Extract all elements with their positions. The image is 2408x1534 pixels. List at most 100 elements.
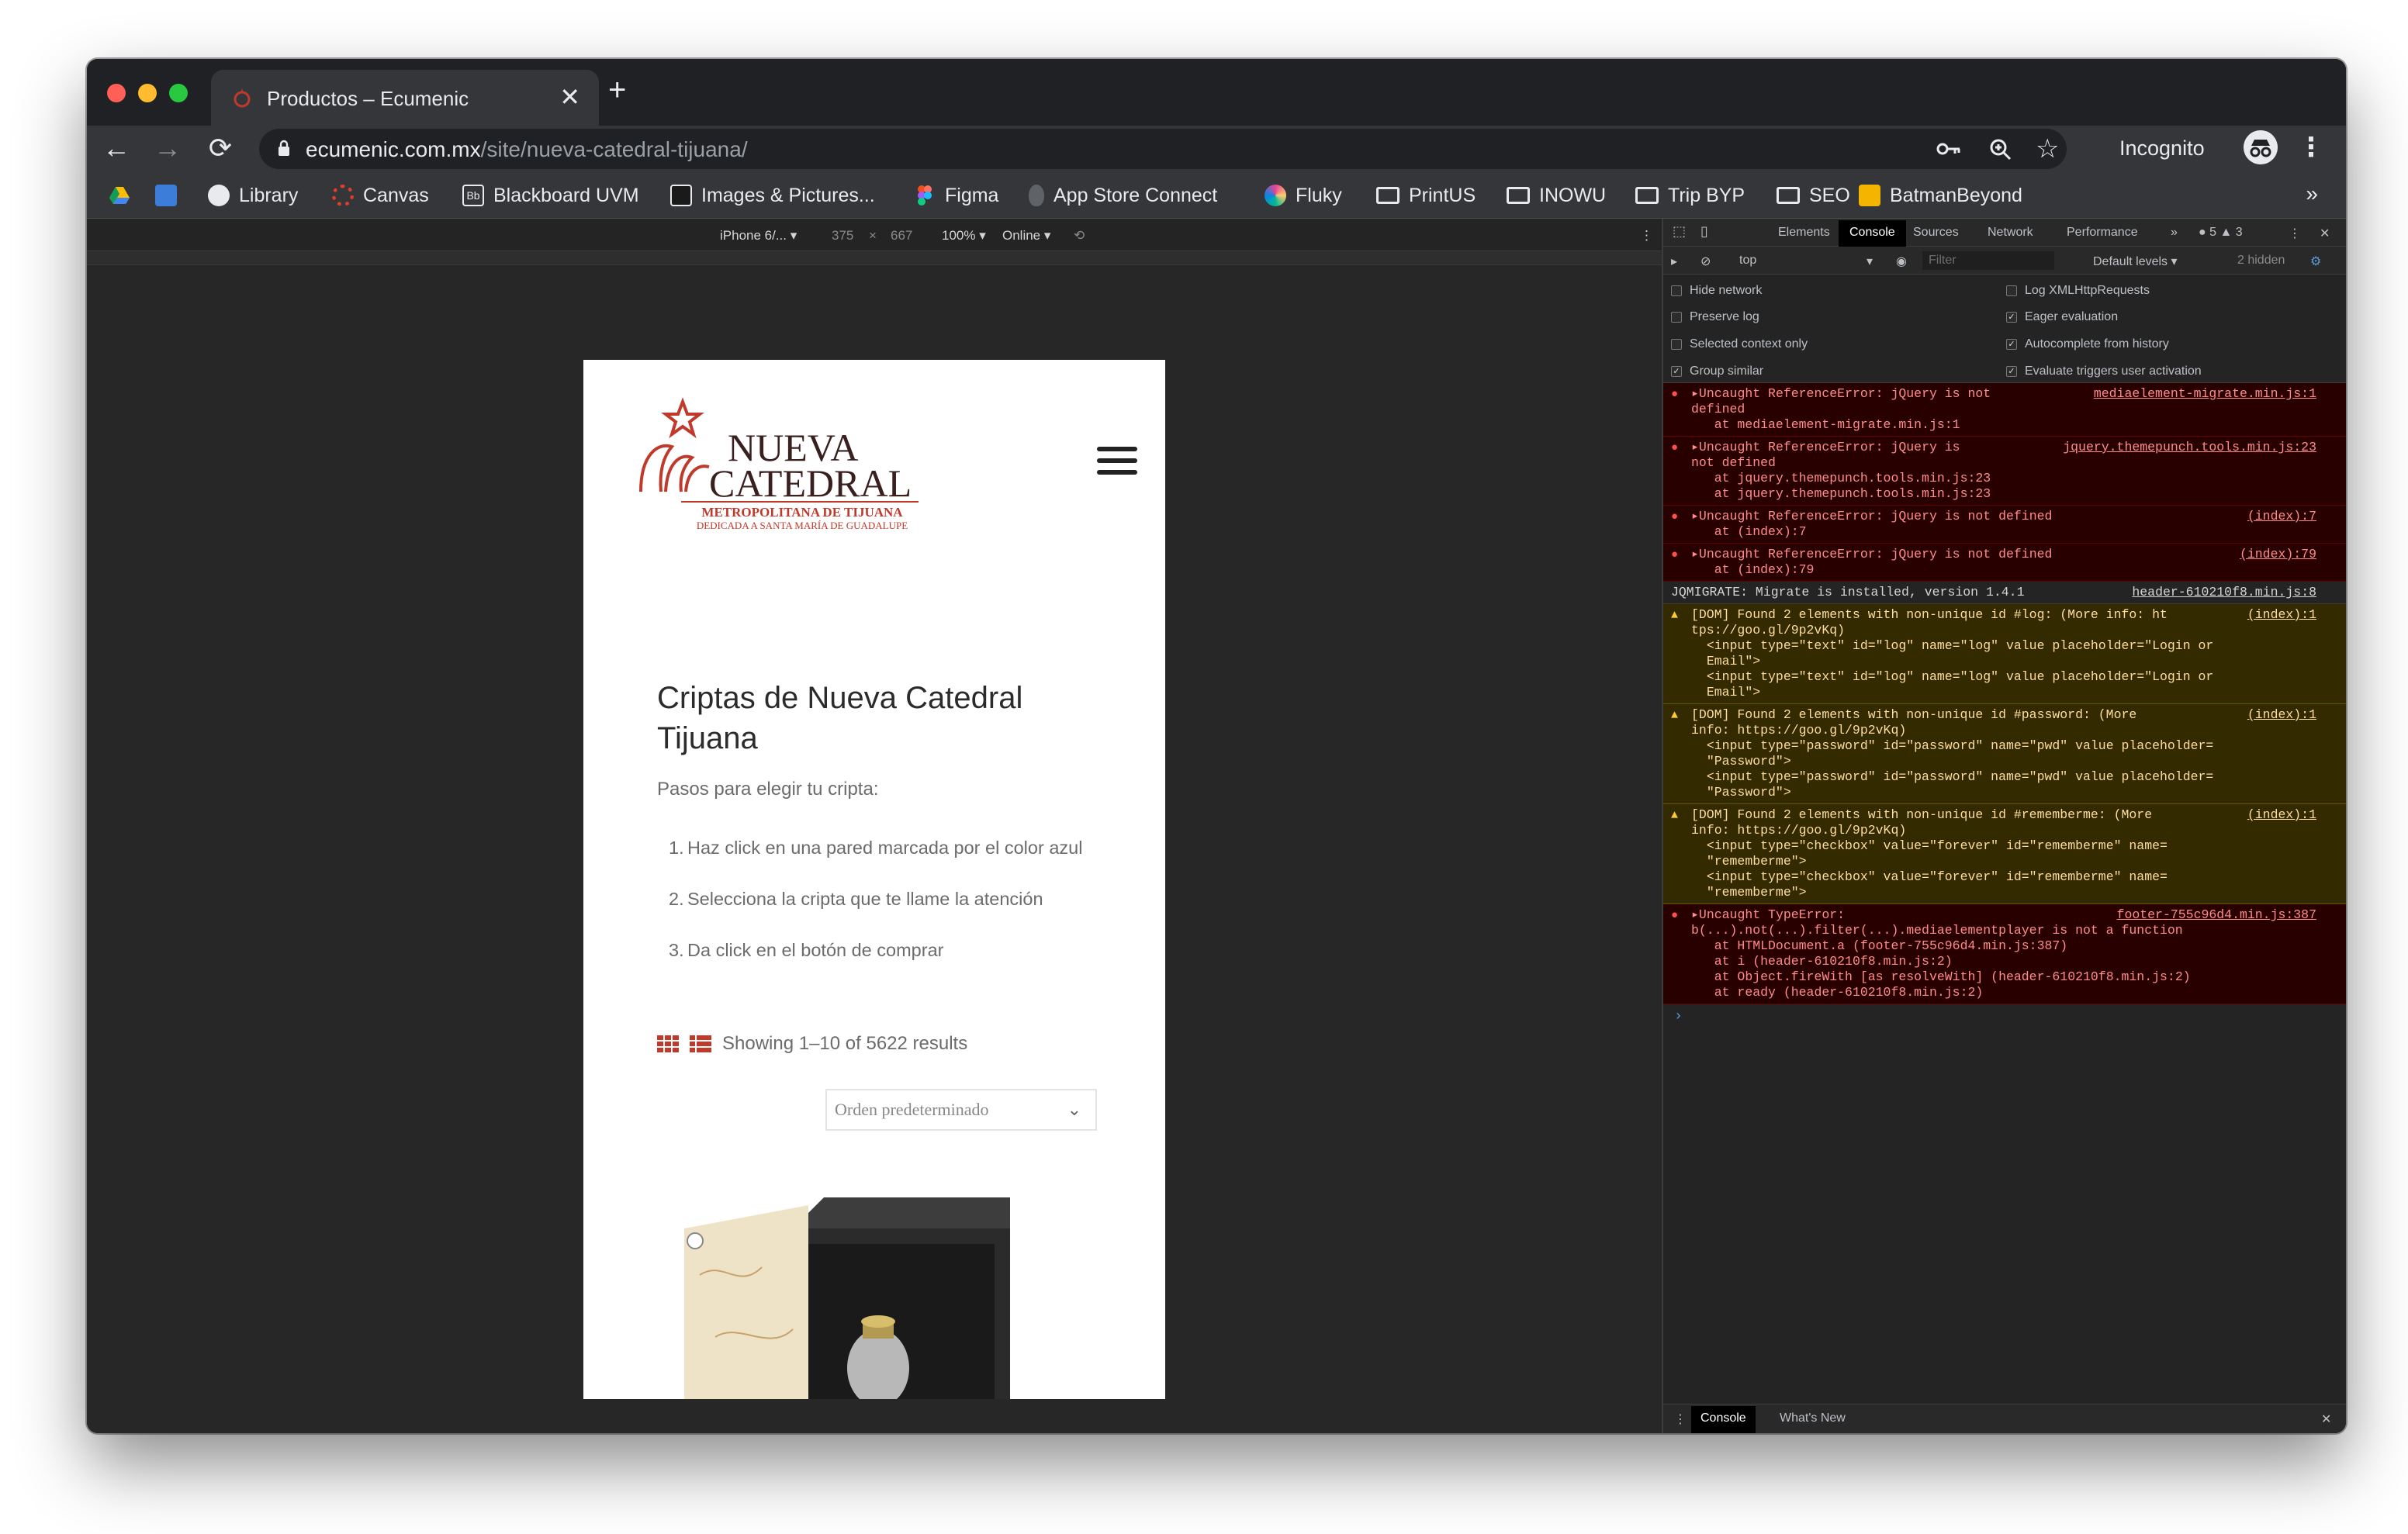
bookmark-folder-printus[interactable]: PrintUS (1376, 183, 1476, 208)
close-window-button[interactable] (107, 84, 126, 102)
source-link[interactable]: (index):1 (2247, 707, 2316, 723)
preserve-log-checkbox[interactable]: Preserve log (1671, 310, 1759, 324)
zoom-window-button[interactable] (169, 84, 188, 102)
page-title: Criptas de Nueva Catedral Tijuana (657, 681, 1023, 755)
browser-menu-icon[interactable]: ⋮ (2298, 132, 2324, 163)
close-devtools-icon[interactable]: ✕ (2320, 226, 2330, 241)
source-link[interactable]: mediaelement-migrate.min.js:1 (2094, 386, 2316, 402)
product-image[interactable] (669, 1182, 1018, 1399)
console-message-warning[interactable]: ▲ [DOM] Found 2 elements with non-unique … (1663, 804, 2346, 904)
minimize-window-button[interactable] (138, 84, 157, 102)
bookmark-fluky[interactable]: Fluky (1265, 183, 1342, 208)
list-item: 1. Haz click en una pared marcada por el … (669, 838, 1083, 858)
log-xhr-checkbox[interactable]: Log XMLHttpRequests (2006, 284, 2150, 298)
address-bar[interactable]: ecumenic.com.mx/site/nueva-catedral-tiju… (259, 129, 2067, 169)
back-icon[interactable]: ← (99, 132, 133, 164)
drawer-menu-icon[interactable]: ⋮ (1674, 1411, 1687, 1427)
incognito-label: Incognito (2119, 136, 2205, 160)
context-dropdown-icon[interactable]: ▾ (1867, 254, 1873, 269)
console-filter-input[interactable]: Filter (1922, 251, 2054, 270)
bookmark-folder-seo[interactable]: SEO (1777, 183, 1850, 208)
tab-network[interactable]: Network (1988, 226, 2033, 240)
bookmark-star-icon[interactable]: ☆ (2036, 133, 2059, 164)
source-link[interactable]: header-610210f8.min.js:8 (2132, 585, 2316, 600)
device-height[interactable]: 667 (891, 228, 912, 244)
console-message-error[interactable]: ● ▸Uncaught ReferenceError: jQuery is not… (1663, 544, 2346, 582)
console-message-error[interactable]: ● ▸Uncaught TypeError: b(...).not(...).fi… (1663, 904, 2346, 1004)
selected-context-checkbox[interactable]: Selected context only (1671, 337, 1808, 351)
device-toggle-icon[interactable]: ▯ (1700, 223, 1708, 240)
close-drawer-icon[interactable]: ✕ (2321, 1411, 2331, 1427)
autocomplete-history-checkbox[interactable]: ✓ Autocomplete from history (2006, 337, 2169, 351)
context-select[interactable]: top (1739, 254, 1756, 268)
console-prompt[interactable]: › (1663, 1004, 2346, 1029)
source-link[interactable]: (index):79 (2240, 547, 2316, 562)
console-settings-gear-icon[interactable]: ⚙ (2310, 254, 2321, 269)
devtools-menu-icon[interactable]: ⋮ (2289, 226, 2301, 241)
live-expression-eye-icon[interactable]: ◉ (1896, 254, 1907, 269)
bookmark-blackboard[interactable]: Bb Blackboard UVM (462, 183, 639, 208)
bookmark-library[interactable]: Library (208, 183, 298, 208)
list-view-icon[interactable] (690, 1035, 711, 1052)
bookmark-canvas[interactable]: Canvas (332, 183, 429, 208)
console-message-info[interactable]: JQMIGRATE: Migrate is installed, version… (1663, 582, 2346, 604)
browser-tab-active[interactable]: Productos – Ecumenic ✕ (211, 70, 599, 126)
bookmark-batmanbeyond[interactable]: BatmanBeyond (1859, 183, 2022, 208)
tab-elements[interactable]: Elements (1778, 226, 1830, 240)
bookmark-folder-trip-byp[interactable]: Trip BYP (1635, 183, 1745, 208)
source-link[interactable]: (index):7 (2247, 509, 2316, 524)
zoom-icon[interactable] (1989, 138, 2012, 161)
evaluate-triggers-checkbox[interactable]: ✓ Evaluate triggers user activation (2006, 364, 2202, 378)
console-message-error[interactable]: ● ▸Uncaught ReferenceError: jQuery is not… (1663, 383, 2346, 437)
device-toolbar-menu-icon[interactable]: ⋮ (1640, 228, 1653, 244)
bookmark-blue-app[interactable] (155, 183, 177, 208)
drawer-tab-console[interactable]: Console (1691, 1406, 1756, 1433)
log-levels-select[interactable]: Default levels ▾ (2093, 254, 2178, 269)
grid-view-icon[interactable] (657, 1035, 679, 1052)
source-link[interactable]: jquery.themepunch.tools.min.js:23 (2063, 440, 2316, 455)
key-icon[interactable] (1936, 140, 1961, 158)
source-link[interactable]: (index):1 (2247, 607, 2316, 623)
group-similar-checkbox[interactable]: ✓ Group similar (1671, 364, 1763, 378)
console-settings: Hide network Preserve log Selected conte… (1663, 275, 2346, 383)
close-tab-icon[interactable]: ✕ (559, 82, 580, 112)
eager-evaluation-checkbox[interactable]: ✓ Eager evaluation (2006, 310, 2118, 324)
nueva-catedral-logo[interactable]: NUEVA CATEDRAL METROPOLITANA DE TIJUANA … (635, 392, 934, 529)
error-icon: ● (1671, 388, 1679, 401)
tab-title: Productos – Ecumenic (267, 87, 469, 110)
drawer-tab-whats-new[interactable]: What's New (1780, 1411, 1846, 1425)
bookmark-folder-inowu[interactable]: INOWU (1507, 183, 1606, 208)
bookmark-app-store-connect[interactable]: App Store Connect (1029, 183, 1217, 208)
incognito-avatar-icon[interactable] (2244, 130, 2278, 164)
rotate-icon[interactable]: ⟲ (1074, 228, 1085, 244)
source-link[interactable]: footer-755c96d4.min.js:387 (2117, 907, 2316, 923)
google-drive-icon (109, 187, 130, 204)
hamburger-menu-icon[interactable] (1097, 447, 1137, 475)
clear-console-icon[interactable]: ⊘ (1700, 254, 1711, 269)
bookmark-figma[interactable]: Figma (914, 183, 998, 208)
console-message-error[interactable]: ● ▸Uncaught ReferenceError: jQuery is not… (1663, 506, 2346, 544)
reload-icon[interactable]: ⟳ (203, 132, 237, 164)
sort-order-select[interactable]: Orden predeterminado ⌄ (825, 1089, 1097, 1131)
tab-performance[interactable]: Performance (2067, 226, 2138, 240)
sidebar-toggle-icon[interactable]: ▸ (1671, 254, 1677, 269)
forward-icon[interactable]: → (150, 132, 185, 164)
zoom-select[interactable]: 100% ▾ (942, 228, 986, 244)
error-warning-counts[interactable]: ● 5 ▲ 3 (2199, 226, 2243, 240)
tab-sources[interactable]: Sources (1913, 226, 1959, 240)
console-message-warning[interactable]: ▲ [DOM] Found 2 elements with non-unique … (1663, 704, 2346, 804)
inspect-element-icon[interactable]: ⬚ (1673, 223, 1686, 240)
tab-console[interactable]: Console (1839, 220, 1906, 247)
console-message-warning[interactable]: ▲ [DOM] Found 2 elements with non-unique … (1663, 604, 2346, 704)
hide-network-checkbox[interactable]: Hide network (1671, 284, 1762, 298)
device-width[interactable]: 375 (832, 228, 853, 244)
bookmark-drive[interactable] (109, 183, 130, 208)
source-link[interactable]: (index):1 (2247, 807, 2316, 823)
console-message-error[interactable]: ● ▸Uncaught ReferenceError: jQuery is not… (1663, 437, 2346, 506)
network-throttle-select[interactable]: Online ▾ (1002, 228, 1050, 244)
bookmark-images[interactable]: Images & Pictures... (670, 183, 875, 208)
more-tabs-icon[interactable]: » (2171, 226, 2178, 240)
new-tab-button[interactable]: + (608, 73, 626, 108)
bookmarks-overflow-icon[interactable]: » (2306, 181, 2318, 206)
device-select[interactable]: iPhone 6/... ▾ (720, 228, 797, 244)
